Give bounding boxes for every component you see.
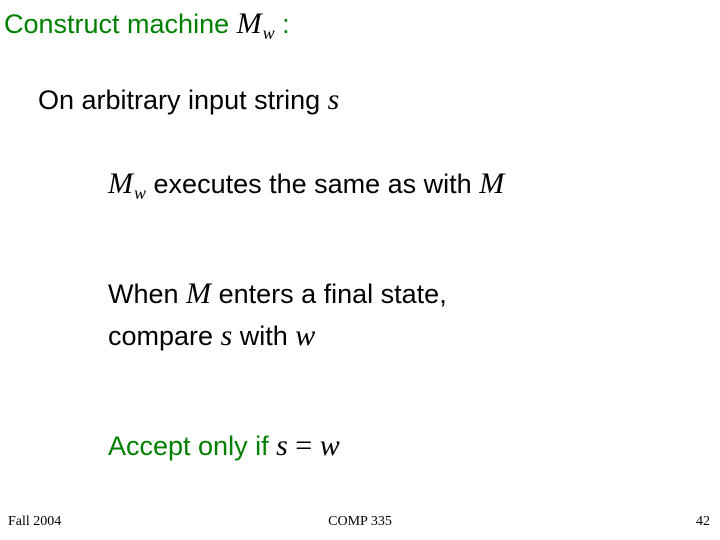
- math-M: M: [237, 7, 262, 40]
- math-w-sub-exec: w: [134, 183, 146, 203]
- math-M-exec: M: [108, 167, 133, 200]
- footer-right: 42: [696, 514, 710, 530]
- title-pre: Construct machine: [4, 9, 237, 39]
- slide: Construct machine Mw : On arbitrary inpu…: [0, 0, 720, 540]
- subtitle-line: On arbitrary input string s: [38, 82, 339, 118]
- title-post: :: [282, 9, 290, 39]
- when-pre: When: [108, 279, 186, 309]
- math-s-1: s: [328, 82, 340, 118]
- math-Mw-exec: Mw: [108, 166, 146, 202]
- math-eq: s = w: [276, 428, 340, 464]
- math-w-sub: w: [263, 23, 275, 43]
- accept-pre: Accept only if: [108, 431, 276, 461]
- footer-center: COMP 335: [0, 514, 720, 530]
- eq-op: =: [288, 429, 320, 462]
- math-Mw-title: Mw: [237, 6, 275, 42]
- compare-mid: with: [240, 321, 296, 351]
- math-s-compare: s: [221, 318, 233, 354]
- exec-line: Mw executes the same as with M: [108, 166, 504, 202]
- sub-pre: On arbitrary input string: [38, 85, 328, 115]
- math-M-right: M: [479, 166, 504, 202]
- compare-line: compare s with w: [108, 318, 315, 354]
- eq-right: w: [320, 429, 340, 462]
- eq-left: s: [276, 429, 288, 462]
- when-line: When M enters a final state,: [108, 276, 447, 312]
- math-w-compare: w: [295, 318, 315, 354]
- compare-pre: compare: [108, 321, 221, 351]
- accept-line: Accept only if s = w: [108, 428, 340, 464]
- when-post: enters a final state,: [219, 279, 447, 309]
- math-M-when: M: [186, 276, 211, 312]
- title-line: Construct machine Mw :: [4, 6, 290, 42]
- exec-mid: executes the same as with: [154, 169, 480, 199]
